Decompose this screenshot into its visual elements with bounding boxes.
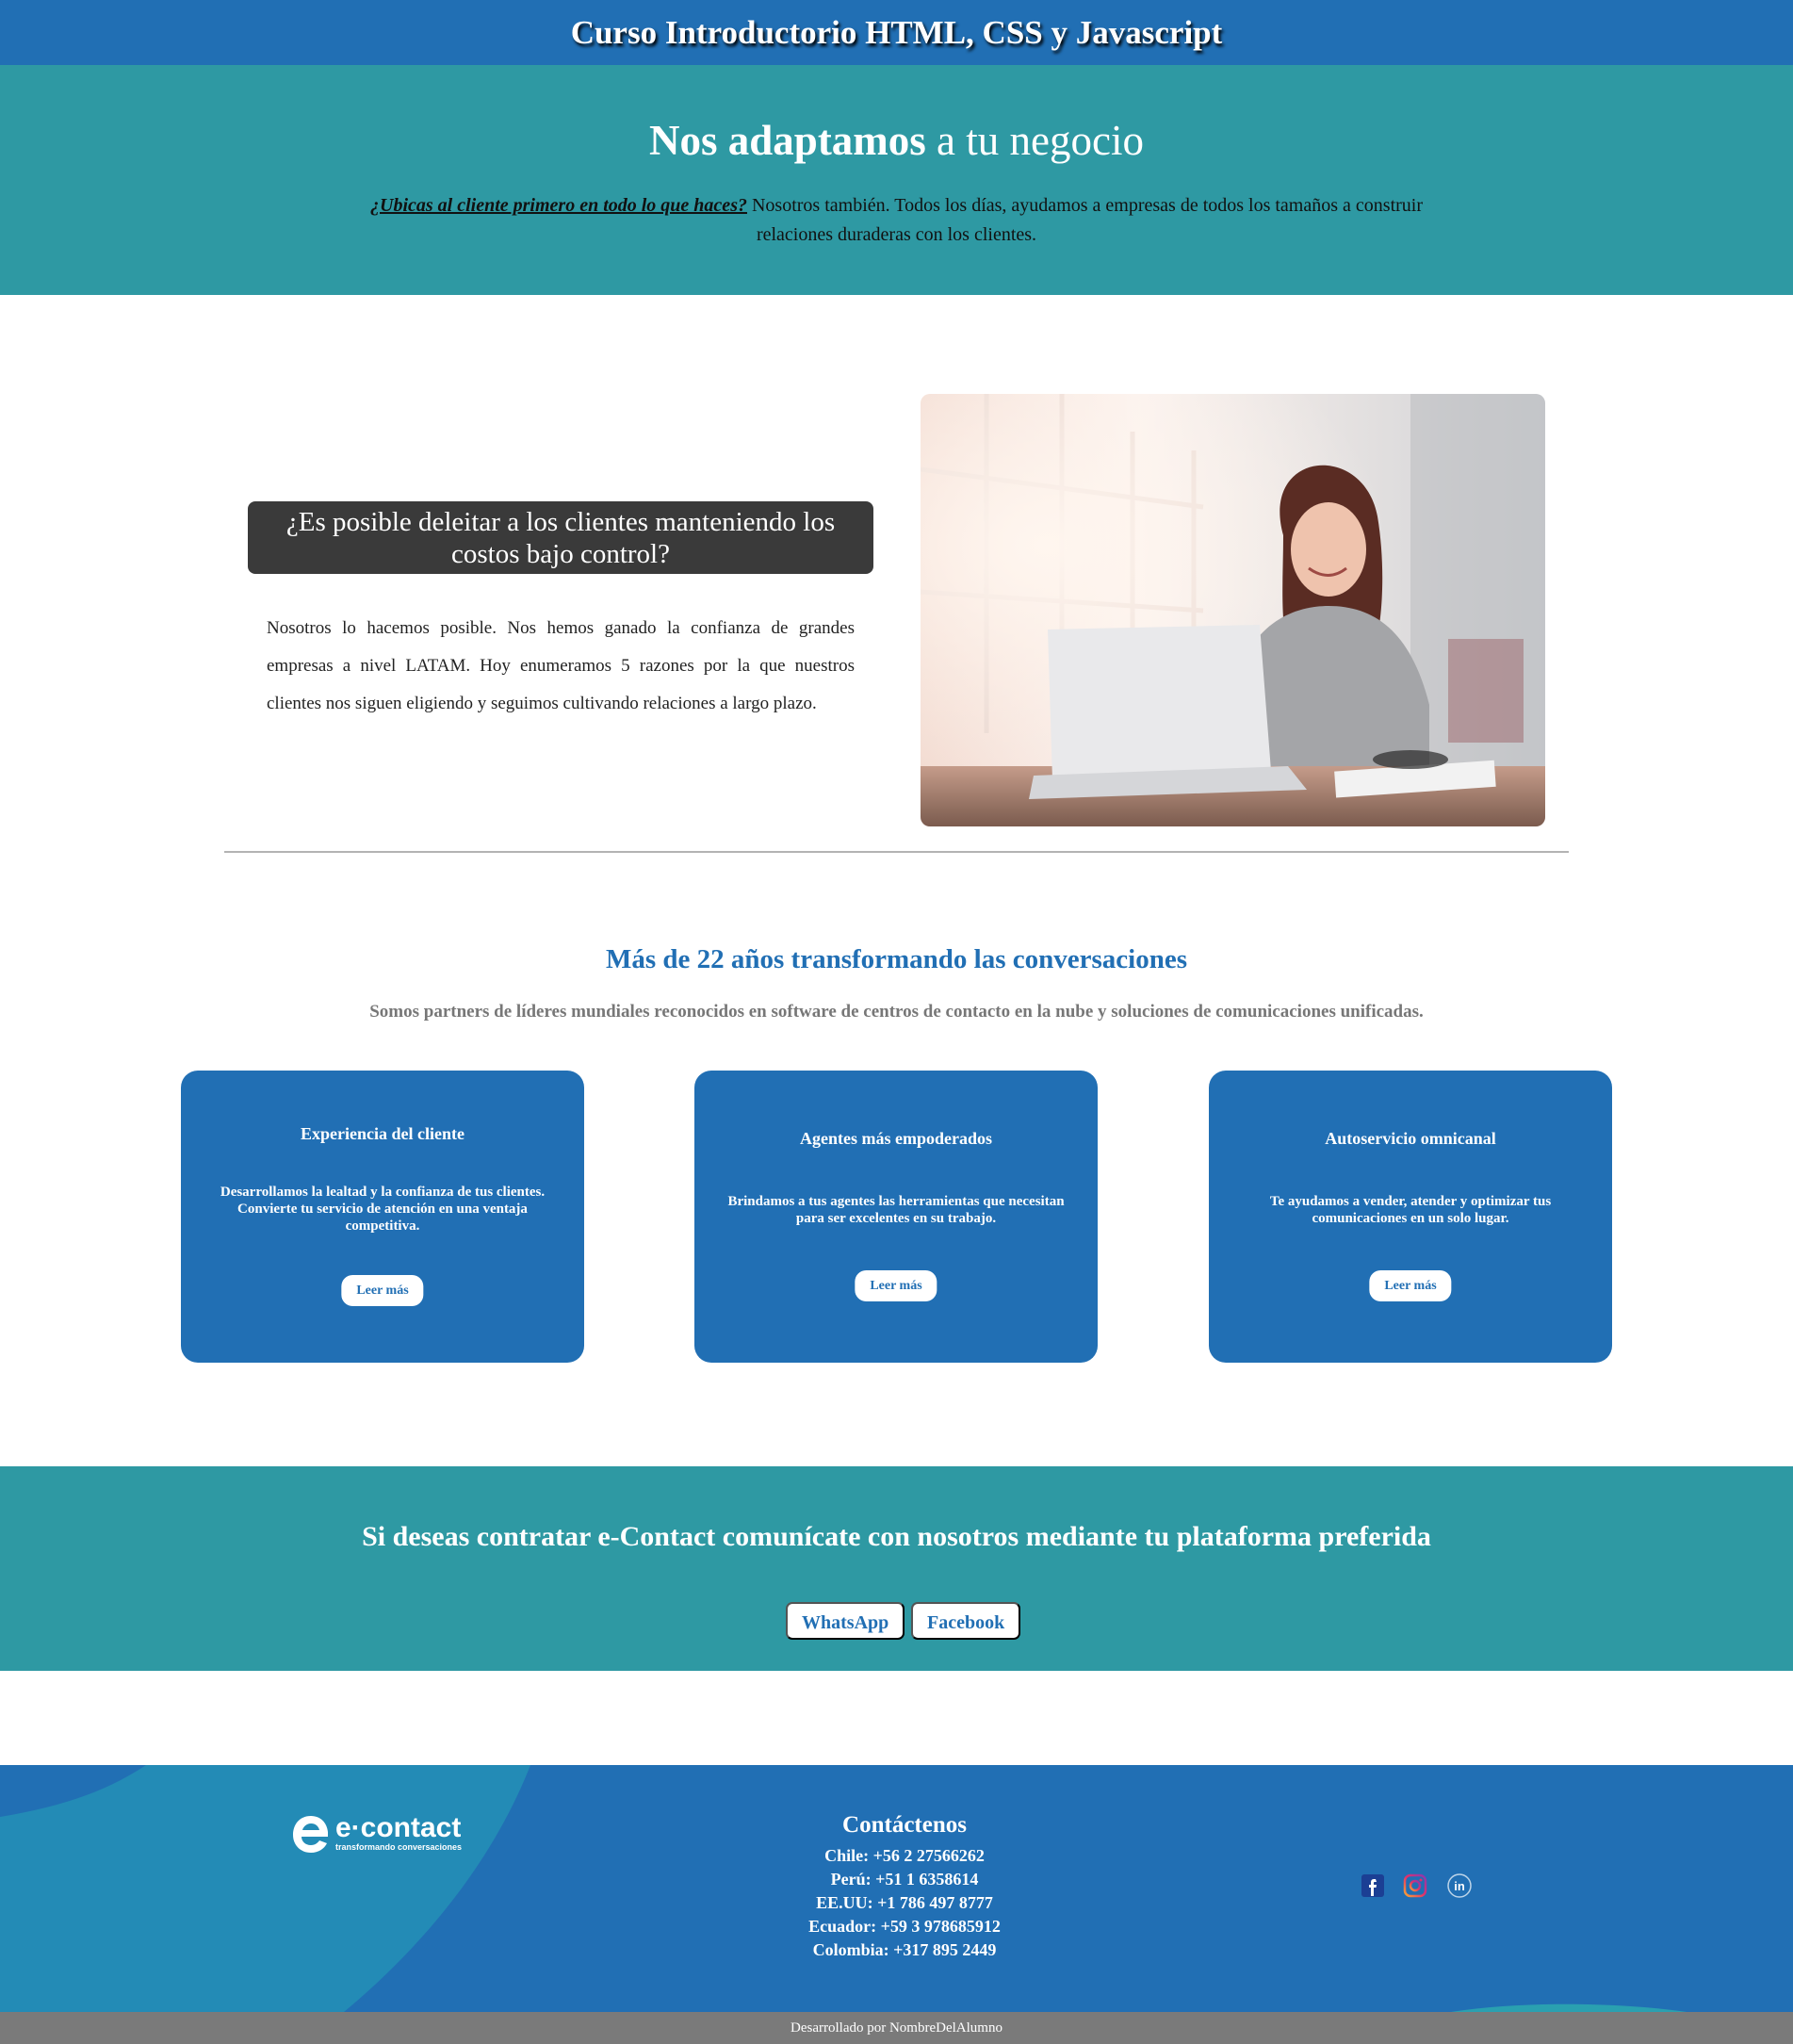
site-footer: e·contact transformando conversaciones C… (0, 1765, 1793, 2012)
section-divider (224, 851, 1569, 853)
phone-chile: Chile: +56 2 27566262 (824, 1846, 985, 1865)
leer-mas-button[interactable]: Leer más (341, 1275, 424, 1306)
hero-text: ¿Ubicas al cliente primero en todo lo qu… (363, 191, 1430, 250)
hero-question-link[interactable]: ¿Ubicas al cliente primero en todo lo qu… (370, 195, 747, 216)
card-agentes: Agentes más empoderados Brindamos a tus … (694, 1071, 1098, 1363)
card-autoservicio: Autoservicio omnicanal Te ayudamos a ven… (1209, 1071, 1612, 1363)
whatsapp-button[interactable]: WhatsApp (786, 1602, 905, 1640)
site-title: Curso Introductorio HTML, CSS y Javascri… (570, 14, 1223, 51)
question-text: ¿Es posible deleitar a los clientes mant… (285, 506, 836, 569)
linkedin-icon[interactable]: in (1444, 1873, 1475, 1898)
credit-text: Desarrollado por NombreDelAlumno (791, 2020, 1002, 2036)
phone-peru: Perú: +51 1 6358614 (830, 1870, 979, 1889)
phone-usa: EE.UU: +1 786 497 8777 (816, 1893, 993, 1912)
card-experiencia: Experiencia del cliente Desarrollamos la… (181, 1071, 584, 1363)
logo-name: e·contact (335, 1812, 462, 1843)
years-title: Más de 22 años transformando las convers… (605, 944, 1188, 974)
hero-section: Nos adaptamos a tu negocio ¿Ubicas al cl… (0, 65, 1793, 295)
question-box: ¿Es posible deleitar a los clientes mant… (248, 501, 873, 574)
card-title: Agentes más empoderados (800, 1129, 992, 1148)
econtact-logo-mark-icon (293, 1816, 328, 1853)
hero-title-rest: a tu negocio (925, 117, 1144, 164)
contact-banner-title: Si deseas contratar e-Contact comunícate… (362, 1521, 1431, 1552)
contact-title: Contáctenos (842, 1812, 967, 1838)
contact-banner: Si deseas contratar e-Contact comunícate… (0, 1466, 1793, 1671)
site-header: Curso Introductorio HTML, CSS y Javascri… (0, 0, 1793, 65)
card-text: Brindamos a tus agentes las herramientas… (727, 1194, 1065, 1226)
contact-column: Contáctenos Chile: +56 2 27566262 Perú: … (707, 1808, 1102, 1962)
woman-laptop-photo (921, 394, 1545, 826)
econtact-logo[interactable]: e·contact transformando conversaciones (290, 1812, 469, 1856)
leer-mas-button[interactable]: Leer más (855, 1270, 937, 1301)
hero-text-body: Nosotros también. Todos los días, ayudam… (746, 195, 1423, 245)
leer-mas-button[interactable]: Leer más (1369, 1270, 1452, 1301)
card-title: Experiencia del cliente (301, 1124, 465, 1143)
card-text: Desarrollamos la lealtad y la confianza … (220, 1185, 546, 1234)
svg-text:in: in (1454, 1879, 1465, 1893)
instagram-icon[interactable] (1403, 1873, 1427, 1898)
phone-ecuador: Ecuador: +59 3 978685912 (808, 1917, 1001, 1936)
intro-paragraph: Nosotros lo hacemos posible. Nos hemos g… (267, 618, 855, 713)
years-subtitle: Somos partners de líderes mundiales reco… (369, 1002, 1424, 1022)
credit-bar: Desarrollado por NombreDelAlumno (0, 2012, 1793, 2044)
facebook-button[interactable]: Facebook (911, 1602, 1021, 1640)
logo-tagline: transformando conversaciones (335, 1842, 463, 1852)
facebook-icon[interactable] (1361, 1873, 1385, 1898)
card-text: Te ayudamos a vender, atender y optimiza… (1269, 1194, 1552, 1226)
hero-title-bold: Nos adaptamos (649, 117, 926, 164)
hero-title: Nos adaptamos a tu negocio (0, 112, 1793, 169)
phone-colombia: Colombia: +317 895 2449 (812, 1940, 997, 1959)
photo-illustration (921, 394, 1545, 826)
card-title: Autoservicio omnicanal (1325, 1129, 1496, 1148)
